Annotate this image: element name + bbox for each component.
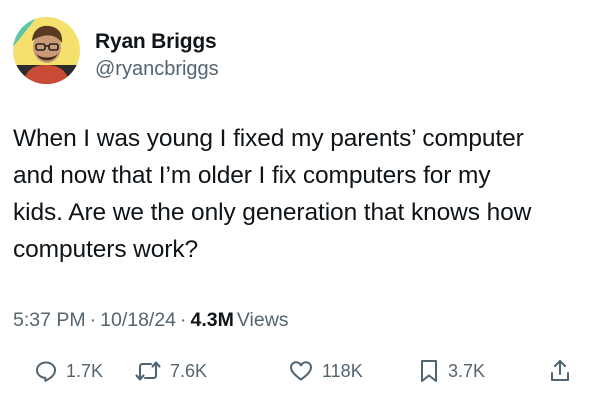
meta-separator: ·	[89, 309, 97, 331]
reply-icon	[36, 361, 56, 382]
reply-count: 1.7K	[66, 361, 104, 381]
tweet-text-line: computers work?	[13, 236, 199, 263]
share-icon	[551, 360, 569, 381]
bookmark-count: 3.7K	[448, 361, 486, 381]
author-name[interactable]: Ryan Briggs	[95, 30, 217, 54]
bookmark-icon	[421, 360, 437, 382]
tweet-card: Ryan Briggs @ryancbriggs When I was youn…	[0, 0, 600, 417]
bookmark-button[interactable]: 3.7K	[418, 356, 485, 386]
reply-button[interactable]: 1.7K	[34, 356, 103, 386]
tweet-text-line: When I was young I fixed my parents’ com…	[13, 125, 524, 152]
like-button[interactable]: 118K	[288, 356, 363, 386]
like-icon	[290, 361, 312, 381]
tweet-text: When I was young I fixed my parents’ com…	[13, 120, 588, 268]
repost-button[interactable]: 7.6K	[134, 356, 207, 386]
tweet-time: 5:37 PM	[13, 309, 86, 331]
tweet-meta: 5:37 PM · 10/18/24 · 4.3M Views	[13, 307, 289, 333]
tweet-text-line: and now that I’m older I fix computers f…	[13, 162, 491, 189]
tweet-timestamp[interactable]: 5:37 PM · 10/18/24	[13, 309, 176, 331]
avatar-image	[13, 17, 80, 84]
views-label: Views	[236, 309, 289, 331]
author-handle[interactable]: @ryancbriggs	[95, 57, 219, 81]
like-count: 118K	[322, 361, 363, 381]
tweet-date: 10/18/24	[100, 309, 177, 331]
meta-separator: ·	[180, 309, 187, 331]
avatar[interactable]	[13, 17, 80, 84]
repost-icon	[135, 361, 161, 381]
share-button[interactable]	[548, 356, 572, 386]
views-count: 4.3M	[190, 309, 234, 331]
tweet-text-line: kids. Are we the only generation that kn…	[13, 199, 532, 226]
repost-count: 7.6K	[170, 361, 208, 381]
